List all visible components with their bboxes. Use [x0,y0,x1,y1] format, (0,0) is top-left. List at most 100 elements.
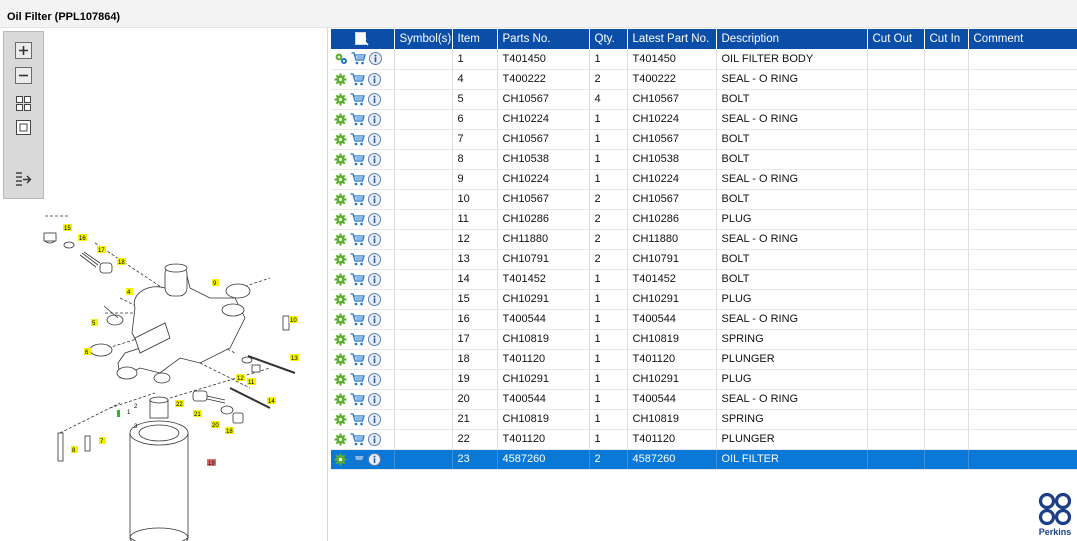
zoom-out-button[interactable] [15,67,32,84]
column-header-parts-no[interactable]: Parts No. [497,29,590,49]
gear-icon[interactable] [334,133,347,146]
gear-icon[interactable] [334,173,347,186]
info-icon[interactable] [368,312,381,326]
table-row[interactable]: 4 T400222 2 T400222 SEAL - O RING [331,69,1077,90]
info-icon[interactable] [368,292,381,306]
fit-all-button[interactable] [15,95,32,112]
info-icon[interactable] [368,352,381,366]
column-header-description[interactable]: Description [716,29,868,49]
table-row[interactable]: 13 CH10791 2 CH10791 BOLT [331,249,1077,270]
info-icon[interactable] [369,52,382,66]
gears-icon[interactable] [334,52,348,65]
callout-12[interactable]: 12 [237,376,244,382]
info-icon[interactable] [368,132,381,146]
shopping-cart-icon[interactable] [350,452,365,466]
table-row[interactable]: 15 CH10291 1 CH10291 PLUG [331,289,1077,310]
gear-icon[interactable] [334,233,347,246]
table-row[interactable]: 9 CH10224 1 CH10224 SEAL - O RING [331,169,1077,190]
callout-16[interactable]: 16 [79,236,86,242]
shopping-cart-icon[interactable] [350,432,365,446]
parts-grid[interactable]: Symbol(s) Item Parts No. Qty. Latest Par… [331,29,1077,470]
gear-icon[interactable] [334,273,347,286]
shopping-cart-icon[interactable] [350,232,365,246]
shopping-cart-icon[interactable] [350,372,365,386]
gear-icon[interactable] [334,353,347,366]
shopping-cart-icon[interactable] [350,392,365,406]
callout-21[interactable]: 21 [194,412,201,418]
gear-icon[interactable] [334,193,347,206]
column-header-symbols[interactable]: Symbol(s) [394,29,453,49]
gear-icon[interactable] [334,393,347,406]
column-header-item[interactable]: Item [452,29,498,49]
info-icon[interactable] [368,112,381,126]
info-icon[interactable] [368,252,381,266]
actual-size-button[interactable] [15,119,32,136]
zoom-in-button[interactable] [15,42,32,59]
callout-11[interactable]: 11 [248,380,255,386]
table-row[interactable]: 1 T401450 1 T401450 OIL FILTER BODY [331,49,1077,70]
callout-10[interactable]: 10 [290,318,297,324]
gear-icon[interactable] [334,453,347,466]
gear-icon[interactable] [334,253,347,266]
table-row[interactable]: 18 T401120 1 T401120 PLUNGER [331,349,1077,370]
table-row[interactable]: 5 CH10567 4 CH10567 BOLT [331,89,1077,110]
callout-14[interactable]: 14 [268,399,275,405]
callout-18[interactable]: 18 [118,260,125,266]
callout-20[interactable]: 20 [212,423,219,429]
info-icon[interactable] [368,272,381,286]
shopping-cart-icon[interactable] [350,352,365,366]
table-row[interactable]: 11 CH10286 2 CH10286 PLUG [331,209,1077,230]
column-header-qty[interactable]: Qty. [589,29,628,49]
diagram-panel[interactable]: 15 16 17 18 4 9 5 10 6 13 12 11 22 21 14… [0,28,328,541]
gear-icon[interactable] [334,113,347,126]
table-row[interactable]: 23 4587260 2 4587260 OIL FILTER [331,449,1077,470]
info-icon[interactable] [368,72,381,86]
callout-13[interactable]: 13 [291,356,298,362]
gear-icon[interactable] [334,213,347,226]
shopping-cart-icon[interactable] [350,152,365,166]
shopping-cart-icon[interactable] [350,332,365,346]
gear-icon[interactable] [334,93,347,106]
gear-icon[interactable] [334,433,347,446]
shopping-cart-icon[interactable] [350,412,365,426]
table-row[interactable]: 16 T400544 1 T400544 SEAL - O RING [331,309,1077,330]
table-row[interactable]: 8 CH10538 1 CH10538 BOLT [331,149,1077,170]
table-row[interactable]: 14 T401452 1 T401452 BOLT [331,269,1077,290]
info-icon[interactable] [368,332,381,346]
column-header-locate[interactable] [331,29,395,49]
gear-icon[interactable] [334,413,347,426]
info-icon[interactable] [368,92,381,106]
info-icon[interactable] [368,432,381,446]
table-row[interactable]: 6 CH10224 1 CH10224 SEAL - O RING [331,109,1077,130]
export-button[interactable] [15,171,32,188]
shopping-cart-icon[interactable] [350,92,365,106]
info-icon[interactable] [368,372,381,386]
callout-18b[interactable]: 18 [226,429,233,435]
info-icon[interactable] [368,412,381,426]
table-row[interactable]: 19 CH10291 1 CH10291 PLUG [331,369,1077,390]
shopping-cart-icon[interactable] [350,192,365,206]
gear-icon[interactable] [334,73,347,86]
table-row[interactable]: 12 CH11880 2 CH11880 SEAL - O RING [331,229,1077,250]
info-icon[interactable] [368,152,381,166]
info-icon[interactable] [368,452,381,466]
gear-icon[interactable] [334,373,347,386]
shopping-cart-icon[interactable] [350,172,365,186]
table-row[interactable]: 20 T400544 1 T400544 SEAL - O RING [331,389,1077,410]
table-row[interactable]: 17 CH10819 1 CH10819 SPRING [331,329,1077,350]
gear-icon[interactable] [334,333,347,346]
info-icon[interactable] [368,392,381,406]
shopping-cart-icon[interactable] [350,212,365,226]
callout-15[interactable]: 15 [64,226,71,232]
gear-icon[interactable] [334,313,347,326]
shopping-cart-icon[interactable] [350,132,365,146]
table-row[interactable]: 22 T401120 1 T401120 PLUNGER [331,429,1077,450]
column-header-cut-out[interactable]: Cut Out [867,29,925,49]
table-row[interactable]: 10 CH10567 2 CH10567 BOLT [331,189,1077,210]
column-header-cut-in[interactable]: Cut In [924,29,969,49]
callout-17[interactable]: 17 [98,248,105,254]
exploded-parts-diagram[interactable]: 15 16 17 18 4 9 5 10 6 13 12 11 22 21 14… [0,188,328,541]
shopping-cart-icon[interactable] [350,112,365,126]
table-row[interactable]: 7 CH10567 1 CH10567 BOLT [331,129,1077,150]
gear-icon[interactable] [334,153,347,166]
